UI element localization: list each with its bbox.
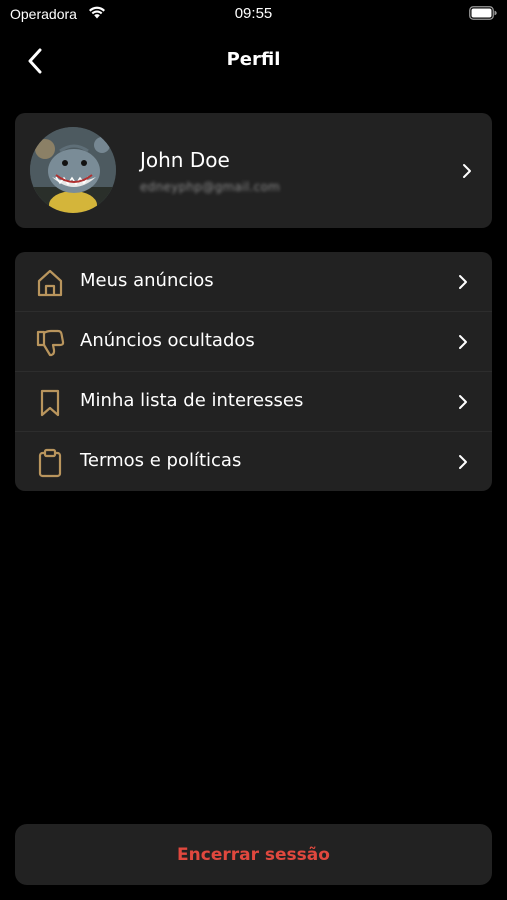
chevron-right-icon (459, 395, 467, 409)
home-icon (37, 269, 63, 297)
chevron-right-icon (459, 335, 467, 349)
avatar (30, 127, 116, 213)
user-email: edneyphp@gmail.com (140, 180, 281, 194)
menu-item-label: Meus anúncios (80, 270, 214, 291)
bookmark-icon (40, 389, 60, 417)
menu-item-my-ads[interactable]: Meus anúncios (15, 252, 492, 312)
chevron-right-icon (459, 455, 467, 469)
menu-item-interest-list[interactable]: Minha lista de interesses (15, 372, 492, 432)
chevron-right-icon (459, 275, 467, 289)
menu-item-label: Minha lista de interesses (80, 390, 304, 411)
page-title: Perfil (226, 49, 281, 70)
menu-item-hidden-ads[interactable]: Anúncios ocultados (15, 312, 492, 372)
clipboard-icon (38, 448, 62, 478)
status-time: 09:55 (234, 5, 273, 22)
status-bar: Operadora 09:55 (0, 0, 507, 30)
user-name: John Doe (140, 148, 230, 172)
menu-item-label: Termos e políticas (80, 450, 242, 471)
logout-label: Encerrar sessão (177, 844, 330, 865)
menu-item-label: Anúncios ocultados (80, 330, 255, 351)
battery-icon (469, 6, 497, 20)
profile-card[interactable]: John Doe edneyphp@gmail.com (15, 113, 492, 228)
avatar-image (30, 127, 116, 213)
menu-item-terms[interactable]: Termos e políticas (15, 432, 492, 491)
chevron-right-icon (463, 164, 471, 178)
logout-button[interactable]: Encerrar sessão (15, 824, 492, 885)
nav-bar: Perfil (0, 40, 507, 80)
thumbs-down-icon (36, 329, 65, 357)
menu-card: Meus anúncios Anúncios ocultados Minha l… (15, 252, 492, 491)
